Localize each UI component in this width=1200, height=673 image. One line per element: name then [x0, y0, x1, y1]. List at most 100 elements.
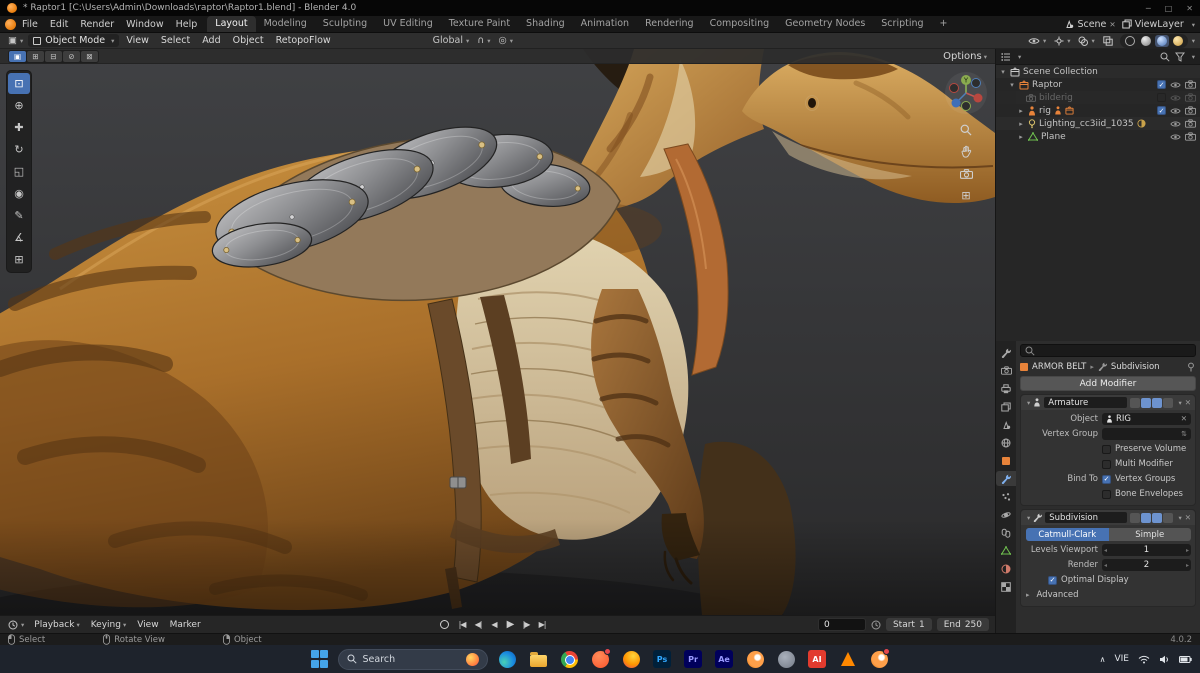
maximize-button[interactable]: □	[1165, 4, 1173, 13]
scene-selector[interactable]: Scene	[1064, 19, 1115, 30]
expand-icon[interactable]: ▸	[1017, 120, 1025, 128]
timeline-editor-type-button[interactable]	[5, 620, 27, 630]
next-keyframe-button[interactable]: |▶	[520, 620, 532, 629]
modifier-extras-icon[interactable]	[1176, 513, 1181, 523]
tab-sculpting[interactable]: Sculpting	[315, 16, 375, 32]
outliner-editor-icon[interactable]	[1001, 52, 1011, 62]
select-mode-extend-button[interactable]: ⊞	[27, 50, 44, 62]
advanced-section-toggle[interactable]: Advanced	[1026, 589, 1191, 601]
tab-layout[interactable]: Layout	[207, 16, 256, 32]
tab-geometry-nodes[interactable]: Geometry Nodes	[777, 16, 873, 32]
timeline-menu-view[interactable]: View	[133, 619, 162, 631]
render-toggle[interactable]	[1152, 397, 1163, 408]
cage-toggle[interactable]	[1163, 512, 1174, 523]
start-button[interactable]	[310, 649, 330, 669]
menu-help[interactable]: Help	[170, 18, 204, 31]
jump-to-end-button[interactable]: ▶|	[536, 620, 548, 629]
props-tab-object[interactable]	[996, 453, 1016, 468]
shading-material-button[interactable]	[1154, 34, 1169, 47]
subdivision-name-field[interactable]: Subdivision	[1045, 512, 1128, 523]
tab-shading[interactable]: Shading	[518, 16, 573, 32]
multi-modifier-checkbox[interactable]	[1102, 459, 1111, 469]
tool-annotate[interactable]: ✎	[8, 205, 30, 226]
tab-texture-paint[interactable]: Texture Paint	[441, 16, 518, 32]
jump-to-start-button[interactable]: |◀	[456, 620, 468, 629]
pan-hand-icon[interactable]	[958, 144, 974, 159]
expand-icon[interactable]: ▸	[1017, 133, 1025, 141]
timeline-menu-marker[interactable]: Marker	[166, 619, 205, 631]
tool-add-cube[interactable]: ⊞	[8, 249, 30, 270]
menu-file[interactable]: File	[16, 18, 44, 31]
play-button[interactable]: ▶	[504, 619, 516, 630]
current-frame-field[interactable]: 0	[817, 618, 866, 631]
minimize-button[interactable]: ─	[1146, 4, 1151, 13]
3d-viewport[interactable]: ▣ ⊞ ⊟ ⊘ ⊠ Options ⊡ ⊕ ✚ ↻ ◱ ◉ ✎ ∡ ⊞ Y	[0, 49, 995, 615]
props-tab-material[interactable]	[996, 561, 1016, 576]
outliner-filter-caret-icon[interactable]	[1190, 51, 1195, 62]
props-tab-particles[interactable]	[996, 489, 1016, 504]
add-workspace-button[interactable]: +	[932, 16, 956, 32]
exclude-checkbox[interactable]	[1157, 93, 1166, 102]
select-mode-subtract-button[interactable]: ⊟	[45, 50, 62, 62]
props-tab-modifiers[interactable]	[996, 471, 1016, 486]
render-toggle[interactable]	[1152, 512, 1163, 523]
cage-toggle[interactable]	[1163, 397, 1174, 408]
navigation-gizmo[interactable]: Y	[944, 71, 988, 115]
menu-add[interactable]: Add	[197, 34, 225, 47]
subdivision-modifier-header[interactable]: Subdivision	[1021, 510, 1195, 525]
transform-orientation-selector[interactable]: Global	[430, 35, 473, 46]
camera-view-icon[interactable]	[958, 166, 974, 181]
props-tab-viewlayer[interactable]	[996, 399, 1016, 414]
app-premiere[interactable]: Pr	[682, 648, 705, 671]
breadcrumb-modifier[interactable]: Subdivision	[1111, 362, 1160, 372]
previous-keyframe-button[interactable]: ◀|	[472, 620, 484, 629]
render-camera-icon[interactable]	[1185, 80, 1196, 89]
tool-transform[interactable]: ◉	[8, 183, 30, 204]
timeline-menu-keying[interactable]: Keying	[87, 619, 131, 631]
show-overlays-toggle[interactable]	[1075, 35, 1097, 46]
edit-mode-toggle[interactable]	[1130, 512, 1141, 523]
props-tab-data[interactable]	[996, 543, 1016, 558]
pin-icon[interactable]	[1186, 362, 1196, 372]
start-frame-field[interactable]: Start 1	[885, 618, 932, 631]
collapse-icon[interactable]	[1025, 513, 1030, 523]
app-photoshop[interactable]: Ps	[651, 648, 674, 671]
tray-overflow-chevron-icon[interactable]: ∧	[1100, 655, 1106, 664]
simple-button[interactable]: Simple	[1109, 528, 1192, 541]
exclude-checkbox[interactable]	[1157, 80, 1166, 89]
select-mode-intersect-button[interactable]: ⊠	[81, 50, 98, 62]
show-gizmo-toggle[interactable]	[1051, 35, 1073, 46]
app-blender-2[interactable]	[868, 647, 891, 671]
shading-solid-button[interactable]	[1139, 35, 1153, 47]
menu-render[interactable]: Render	[74, 18, 120, 31]
outliner-filter-icon[interactable]	[1175, 52, 1185, 62]
tab-modeling[interactable]: Modeling	[256, 16, 315, 32]
render-camera-icon[interactable]	[1185, 132, 1196, 141]
props-tab-output[interactable]	[996, 381, 1016, 396]
vertex-group-field[interactable]: ⇅	[1102, 428, 1191, 440]
menu-select[interactable]: Select	[156, 34, 195, 47]
tool-move[interactable]: ✚	[8, 117, 30, 138]
outliner-row-rig[interactable]: ▸ rig	[996, 104, 1200, 117]
outliner-row-plane[interactable]: ▸ Plane	[996, 130, 1200, 143]
remove-modifier-icon[interactable]	[1185, 398, 1191, 408]
props-tab-scene[interactable]	[996, 417, 1016, 432]
armature-modifier-header[interactable]: Armature	[1021, 395, 1195, 410]
proportional-editing-toggle[interactable]: ◎	[495, 35, 516, 46]
realtime-toggle[interactable]	[1141, 397, 1152, 408]
armature-object-field[interactable]: RIG	[1102, 413, 1191, 425]
collapse-icon[interactable]	[1025, 398, 1030, 408]
tab-compositing[interactable]: Compositing	[702, 16, 778, 32]
modifier-extras-icon[interactable]	[1176, 398, 1181, 408]
hide-eye-icon[interactable]	[1170, 94, 1181, 102]
viewlayer-dropdown-icon[interactable]	[1190, 19, 1195, 30]
app-chrome[interactable]	[558, 648, 581, 671]
menu-view[interactable]: View	[121, 34, 154, 47]
realtime-toggle[interactable]	[1141, 512, 1152, 523]
mode-selector[interactable]: Object Mode	[28, 34, 120, 47]
armature-name-field[interactable]: Armature	[1044, 397, 1128, 408]
app-after-effects[interactable]: Ae	[713, 648, 736, 671]
preserve-volume-checkbox[interactable]	[1102, 444, 1111, 454]
vertex-group-picker-icon[interactable]: ⇅	[1181, 430, 1187, 438]
timeline-menu-playback[interactable]: Playback	[30, 619, 83, 631]
